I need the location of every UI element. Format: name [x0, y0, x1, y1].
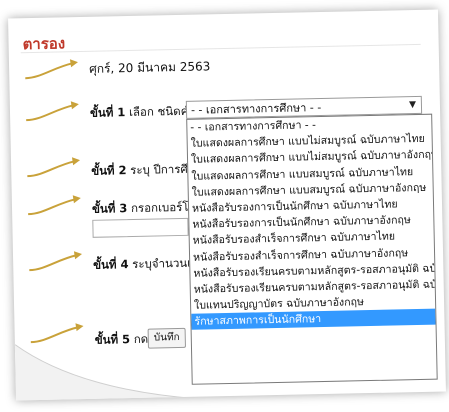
connector-arrow-icon [27, 245, 84, 274]
request-panel: ตารอง ศุกร์, 20 มีนาคม 2563 ขั้นที่ 1 เล… [8, 9, 446, 401]
current-date: ศุกร์, 20 มีนาคม 2563 [88, 59, 211, 76]
step-label: ขั้นที่ 3 [91, 201, 128, 216]
connector-arrow-icon [23, 53, 80, 82]
connector-arrow-icon [28, 317, 85, 346]
document-type-dropdown-list: - - เอกสารทางการศึกษา - - ใบแสดงผลการศึกษ… [186, 113, 438, 385]
chevron-down-icon[interactable]: ▼ [409, 98, 416, 113]
step-label: ขั้นที่ 1 [89, 105, 126, 120]
step-label: ขั้นที่ 2 [91, 163, 127, 178]
connector-arrow-icon [26, 189, 83, 218]
phone-input[interactable] [92, 217, 189, 238]
title-divider [20, 43, 421, 54]
step-label: ขั้นที่ 4 [93, 257, 129, 272]
connector-arrow-icon [24, 95, 81, 124]
page-curl [14, 341, 197, 401]
connector-arrow-icon [25, 151, 82, 180]
select-value: - - เอกสารทางการศึกษา - - [190, 101, 322, 117]
